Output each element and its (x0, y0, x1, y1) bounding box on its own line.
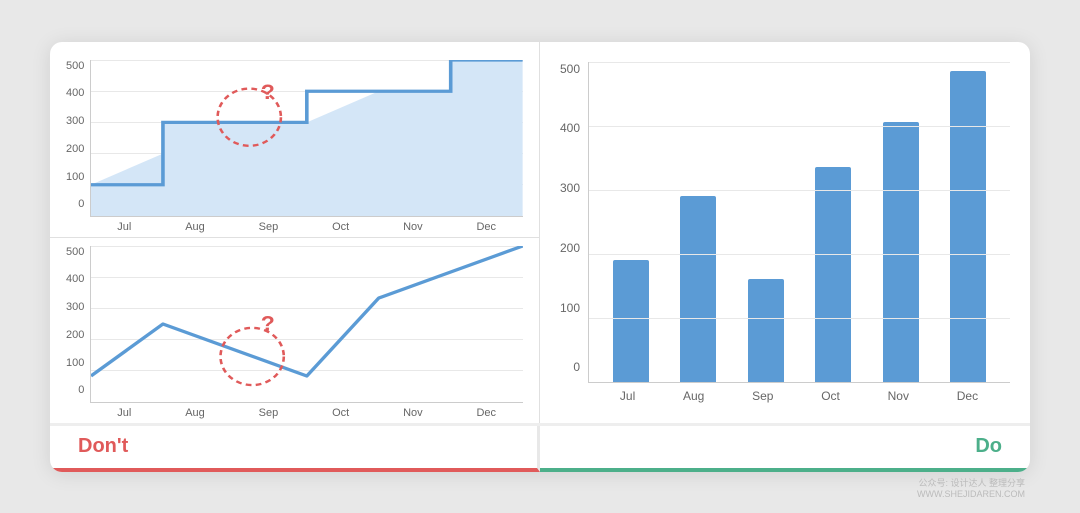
top-chart-body: ? Jul Aug Sep Oct Nov Dec (90, 60, 523, 233)
bar-sep (748, 62, 784, 382)
left-panel: 500 400 300 200 100 0 (50, 42, 540, 423)
dont-section: Don't (50, 426, 540, 472)
bottom-chart-area: 500 400 300 200 100 0 (50, 238, 539, 423)
bar-aug (680, 62, 716, 382)
top-chart-area: 500 400 300 200 100 0 (50, 52, 539, 237)
watermark-line2: WWW.SHEJIDAREN.COM (917, 489, 1025, 499)
bottom-chart-x-axis: Jul Aug Sep Oct Nov Dec (90, 407, 523, 419)
top-chart-svg: ? (91, 60, 523, 216)
bar-chart-body: Jul Aug Sep Oct Nov Dec (588, 62, 1010, 403)
top-chart-x-axis: Jul Aug Sep Oct Nov Dec (90, 221, 523, 233)
bar-oct (815, 62, 851, 382)
bar-chart-y-axis: 500 400 300 200 100 0 (560, 62, 588, 403)
bar-chart-grid (588, 62, 1010, 383)
bar-chart-container: 500 400 300 200 100 0 (560, 62, 1010, 403)
bottom-bar: Don't Do (50, 426, 1030, 472)
main-container: 500 400 300 200 100 0 (50, 42, 1030, 472)
bar-dec (950, 62, 986, 382)
bottom-chart-grid: ? (90, 246, 523, 403)
bottom-chart-body: ? Jul Aug Sep Oct Nov Dec (90, 246, 523, 419)
bar-chart-x-axis: Jul Aug Sep Oct Nov Dec (588, 389, 1010, 403)
top-chart-y-axis: 500 400 300 200 100 0 (66, 60, 90, 233)
charts-row: 500 400 300 200 100 0 (50, 42, 1030, 426)
do-label: Do (975, 435, 1002, 458)
watermark-line1: 公众号: 设计达人 整理分享 (917, 476, 1025, 489)
bottom-chart-y-axis: 500 400 300 200 100 0 (66, 246, 90, 419)
dont-label: Don't (78, 435, 128, 458)
bar-jul (613, 62, 649, 382)
do-section: Do (540, 426, 1030, 472)
bottom-chart-svg: ? (91, 246, 523, 402)
top-chart-grid: ? (90, 60, 523, 217)
bar-nov (883, 62, 919, 382)
right-panel: 500 400 300 200 100 0 (540, 42, 1030, 423)
watermark: 公众号: 设计达人 整理分享 WWW.SHEJIDAREN.COM (917, 476, 1025, 499)
